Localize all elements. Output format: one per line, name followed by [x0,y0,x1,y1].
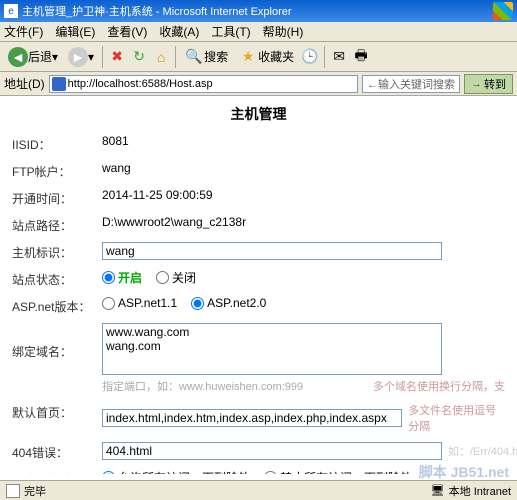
menu-favorites[interactable]: 收藏(A) [159,23,199,40]
home-icon[interactable]: ⌂ [151,47,171,67]
back-button[interactable]: ◄ 后退 ▾ [4,45,62,69]
status-zone: 本地 Intranet [449,483,511,499]
default-input[interactable] [102,409,402,427]
forward-icon: ► [68,47,88,67]
forward-button[interactable]: ► ▾ [64,45,98,69]
page-content: 主机管理 IISID： 8081 FTP帐户： wang 开通时间： 2014-… [0,96,517,474]
status-on-radio[interactable]: 开启 [102,269,142,286]
ippolicy-deny-radio[interactable]: 禁止所有访问，下列除外 [264,469,412,474]
favorites-label: 收藏夹 [258,48,294,65]
watermark: 脚本 JB51.net [419,462,509,482]
error404-label: 404错误： [12,442,102,461]
status-done: 完毕 [24,483,46,499]
iisid-label: IISID： [12,134,102,153]
error404-input[interactable] [102,442,442,460]
error404-hint: 如：/Err/404.html [448,443,517,459]
back-label: 后退 [28,48,52,65]
toolbar: ◄ 后退 ▾ ► ▾ ✖ ↻ ⌂ 🔍 搜索 ★ 收藏夹 🕒 ✉ 🖶 [0,42,517,72]
iisid-value: 8081 [102,134,505,148]
history-icon[interactable]: 🕒 [300,47,320,67]
addressbar: 地址(D) http://localhost:6588/Host.asp ←输入… [0,72,517,96]
stop-icon[interactable]: ✖ [107,47,127,67]
menu-help[interactable]: 帮助(H) [263,23,304,40]
address-url: http://localhost:6588/Host.asp [68,78,213,90]
ftp-value: wang [102,161,505,175]
separator [324,46,325,68]
ie-icon: e [4,4,18,18]
sitepath-label: 站点路径： [12,215,102,234]
search-button[interactable]: 🔍 搜索 [180,45,232,69]
search-hint[interactable]: ←输入关键词搜索 [362,75,460,93]
sitestatus-label: 站点状态： [12,269,102,288]
statusbar: 完毕 🖥 本地 Intranet [0,480,517,500]
search-label: 搜索 [204,48,228,65]
chevron-down-icon: ▾ [88,50,94,64]
domain-multi-hint: 多个域名使用换行分隔，支 [373,378,505,394]
aspnet11-radio[interactable]: ASP.net1.1 [102,296,177,310]
separator [102,46,103,68]
aspnet-label: ASP.net版本： [12,296,102,315]
search-icon: 🔍 [184,47,204,67]
window-title: 主机管理_护卫神·主机系统 - Microsoft Internet Explo… [22,3,493,19]
opentime-value: 2014-11-25 09:00:59 [102,188,505,202]
print-icon[interactable]: 🖶 [351,47,371,67]
windows-logo-icon [493,2,513,20]
menubar: 文件(F) 编辑(E) 查看(V) 收藏(A) 工具(T) 帮助(H) [0,22,517,42]
ippolicy-label: IP访问策略： [12,469,102,474]
ippolicy-allow-radio[interactable]: 允许所有访问，下列除外 [102,469,250,474]
back-icon: ◄ [8,47,28,67]
default-label: 默认首页： [12,402,102,421]
menu-view[interactable]: 查看(V) [107,23,147,40]
star-icon: ★ [238,47,258,67]
aspnet20-radio[interactable]: ASP.net2.0 [191,296,266,310]
separator [175,46,176,68]
ie-page-icon [52,77,66,91]
domain-input[interactable] [102,323,442,375]
address-input[interactable]: http://localhost:6588/Host.asp [49,75,358,93]
mail-icon[interactable]: ✉ [329,47,349,67]
domain-label: 绑定域名： [12,323,102,360]
favorites-button[interactable]: ★ 收藏夹 [234,45,298,69]
status-off-radio[interactable]: 关闭 [156,269,196,286]
go-button[interactable]: → 转到 [464,74,513,94]
menu-file[interactable]: 文件(F) [4,23,43,40]
chevron-down-icon: ▾ [52,50,58,64]
page-title: 主机管理 [2,98,515,130]
domain-port-hint: 指定端口，如：www.huweishen.com:999 [102,381,303,393]
ftp-label: FTP帐户： [12,161,102,180]
default-hint: 多文件名使用逗号分隔 [408,402,505,434]
sitepath-value: D:\wwwroot2\wang_c2138r [102,215,505,229]
address-label: 地址(D) [4,75,45,92]
go-arrow-icon: → [471,78,482,90]
go-label: 转到 [484,76,506,92]
opentime-label: 开通时间： [12,188,102,207]
hostid-input[interactable] [102,242,442,260]
menu-edit[interactable]: 编辑(E) [55,23,95,40]
menu-tools[interactable]: 工具(T) [211,23,250,40]
zone-icon: 🖥 [431,484,445,497]
refresh-icon[interactable]: ↻ [129,47,149,67]
done-icon [6,484,20,498]
hostid-label: 主机标识： [12,242,102,261]
window-titlebar: e 主机管理_护卫神·主机系统 - Microsoft Internet Exp… [0,0,517,22]
